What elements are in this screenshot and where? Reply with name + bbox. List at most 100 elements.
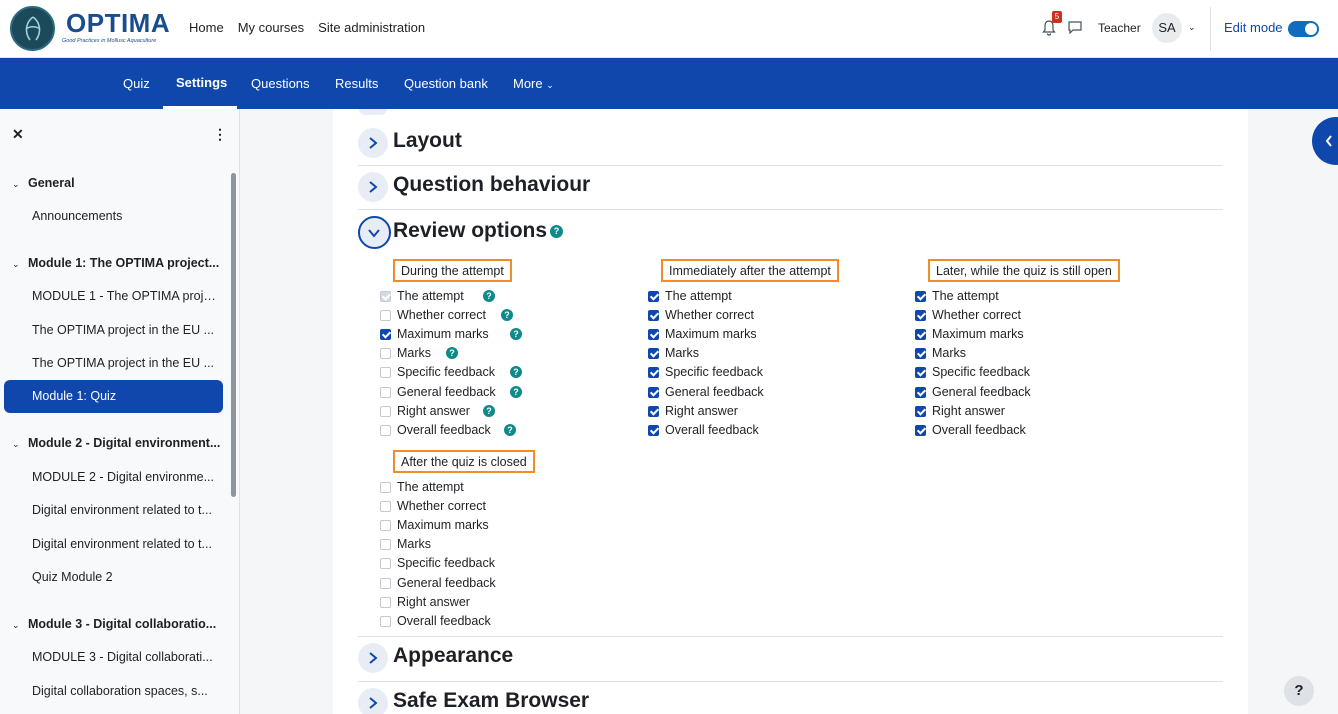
review-option-label[interactable]: Whether correct xyxy=(397,499,486,513)
review-option-label[interactable]: Overall feedback xyxy=(665,423,759,437)
section-general[interactable]: ⌄ General xyxy=(12,176,242,190)
user-avatar[interactable]: SA xyxy=(1152,13,1182,43)
help-icon[interactable]: ? xyxy=(550,225,563,238)
chevron-right-icon[interactable] xyxy=(358,643,388,673)
help-icon[interactable]: ? xyxy=(483,290,495,302)
review-option-label[interactable]: The attempt xyxy=(397,480,464,494)
course-item[interactable]: Quiz Module 2 xyxy=(32,570,217,584)
review-option-checkbox[interactable] xyxy=(648,291,659,302)
tab-question-bank[interactable]: Question bank xyxy=(404,76,488,91)
course-item[interactable]: The OPTIMA project in the EU ... xyxy=(32,356,217,370)
review-option-label[interactable]: The attempt xyxy=(932,289,999,303)
review-option-checkbox[interactable] xyxy=(380,387,391,398)
review-option-checkbox[interactable] xyxy=(915,329,926,340)
review-option-checkbox[interactable] xyxy=(648,387,659,398)
nav-site-administration-link[interactable]: Site administration xyxy=(318,20,425,35)
help-icon[interactable]: ? xyxy=(510,366,522,378)
review-option-checkbox[interactable] xyxy=(648,310,659,321)
section-module-3[interactable]: ⌄ Module 3 - Digital collaboratio... xyxy=(12,617,242,631)
review-option-label[interactable]: Maximum marks xyxy=(397,327,489,341)
review-option-checkbox[interactable] xyxy=(380,348,391,359)
help-icon[interactable]: ? xyxy=(446,347,458,359)
review-option-checkbox[interactable] xyxy=(648,329,659,340)
tab-results[interactable]: Results xyxy=(335,76,378,91)
course-item[interactable]: Digital environment related to t... xyxy=(32,503,217,517)
review-option-label[interactable]: Maximum marks xyxy=(397,518,489,532)
tab-more[interactable]: More ⌄ xyxy=(513,76,554,91)
review-option-checkbox[interactable] xyxy=(915,348,926,359)
review-option-label[interactable]: Right answer xyxy=(932,404,1005,418)
review-option-label[interactable]: Right answer xyxy=(665,404,738,418)
kebab-menu-icon[interactable]: ⋮ xyxy=(213,126,227,143)
review-option-checkbox[interactable] xyxy=(915,387,926,398)
review-option-checkbox[interactable] xyxy=(380,310,391,321)
help-icon[interactable]: ? xyxy=(510,328,522,340)
review-option-checkbox[interactable] xyxy=(648,425,659,436)
tab-quiz[interactable]: Quiz xyxy=(123,76,150,91)
review-option-label[interactable]: Whether correct xyxy=(932,308,1021,322)
review-option-label[interactable]: Right answer xyxy=(397,404,470,418)
course-item[interactable]: The OPTIMA project in the EU ... xyxy=(32,323,217,337)
review-option-checkbox[interactable] xyxy=(380,501,391,512)
chevron-right-icon[interactable] xyxy=(358,172,388,202)
chevron-down-icon[interactable]: ⌄ xyxy=(1188,22,1196,33)
course-item[interactable]: Digital collaboration spaces, s... xyxy=(32,684,217,698)
chevron-down-icon[interactable] xyxy=(358,216,391,249)
review-option-checkbox[interactable] xyxy=(915,291,926,302)
review-option-checkbox[interactable] xyxy=(915,310,926,321)
review-option-checkbox[interactable] xyxy=(380,539,391,550)
tab-questions[interactable]: Questions xyxy=(251,76,310,91)
review-option-label[interactable]: Maximum marks xyxy=(665,327,757,341)
course-item[interactable]: MODULE 2 - Digital environme... xyxy=(32,470,217,484)
review-option-label[interactable]: Specific feedback xyxy=(397,556,495,570)
edit-mode-toggle[interactable] xyxy=(1288,21,1319,37)
course-item[interactable]: MODULE 3 - Digital collaborati... xyxy=(32,650,217,664)
review-option-checkbox[interactable] xyxy=(915,425,926,436)
review-option-label[interactable]: Maximum marks xyxy=(932,327,1024,341)
help-icon[interactable]: ? xyxy=(501,309,513,321)
nav-my-courses-link[interactable]: My courses xyxy=(238,20,304,35)
review-option-checkbox[interactable] xyxy=(380,406,391,417)
course-item[interactable]: Digital environment related to t... xyxy=(32,537,217,551)
section-module-2[interactable]: ⌄ Module 2 - Digital environment... xyxy=(12,436,242,450)
course-item[interactable]: MODULE 1 - The OPTIMA proje... xyxy=(32,289,217,303)
review-option-checkbox[interactable] xyxy=(648,367,659,378)
review-option-checkbox[interactable] xyxy=(380,425,391,436)
close-icon[interactable]: ✕ xyxy=(12,126,24,143)
review-option-label[interactable]: Marks xyxy=(397,537,431,551)
previous-section-toggle[interactable] xyxy=(359,109,387,115)
review-option-label[interactable]: Overall feedback xyxy=(932,423,1026,437)
help-icon[interactable]: ? xyxy=(510,386,522,398)
messages-icon[interactable] xyxy=(1068,21,1082,34)
tab-settings[interactable]: Settings xyxy=(176,75,227,90)
review-option-label[interactable]: Marks xyxy=(932,346,966,360)
chevron-right-icon[interactable] xyxy=(358,128,388,158)
review-option-label[interactable]: Specific feedback xyxy=(932,365,1030,379)
optima-logo[interactable]: OPTIMA Good Practices in Mollusc Aquacul… xyxy=(10,6,180,52)
course-item-active[interactable]: Module 1: Quiz xyxy=(4,380,223,413)
review-option-checkbox[interactable] xyxy=(915,367,926,378)
review-option-label[interactable]: Specific feedback xyxy=(665,365,763,379)
nav-home-link[interactable]: Home xyxy=(189,20,224,35)
review-option-checkbox[interactable] xyxy=(380,616,391,627)
help-button[interactable]: ? xyxy=(1284,676,1314,706)
review-option-label[interactable]: General feedback xyxy=(665,385,764,399)
review-option-checkbox[interactable] xyxy=(380,367,391,378)
review-option-label[interactable]: General feedback xyxy=(932,385,1031,399)
review-option-label[interactable]: Marks xyxy=(397,346,431,360)
review-option-checkbox[interactable] xyxy=(380,482,391,493)
section-module-1[interactable]: ⌄ Module 1: The OPTIMA project... xyxy=(12,256,242,270)
review-option-checkbox[interactable] xyxy=(380,578,391,589)
review-option-label[interactable]: The attempt xyxy=(397,289,464,303)
review-option-checkbox[interactable] xyxy=(380,597,391,608)
help-icon[interactable]: ? xyxy=(483,405,495,417)
review-option-label[interactable]: Specific feedback xyxy=(397,365,495,379)
review-option-label[interactable]: Marks xyxy=(665,346,699,360)
review-option-checkbox[interactable] xyxy=(648,348,659,359)
review-option-label[interactable]: Right answer xyxy=(397,595,470,609)
review-option-checkbox[interactable] xyxy=(380,520,391,531)
review-option-checkbox[interactable] xyxy=(648,406,659,417)
review-option-checkbox[interactable] xyxy=(380,558,391,569)
review-option-label[interactable]: Overall feedback xyxy=(397,614,491,628)
chevron-right-icon[interactable] xyxy=(358,688,388,714)
